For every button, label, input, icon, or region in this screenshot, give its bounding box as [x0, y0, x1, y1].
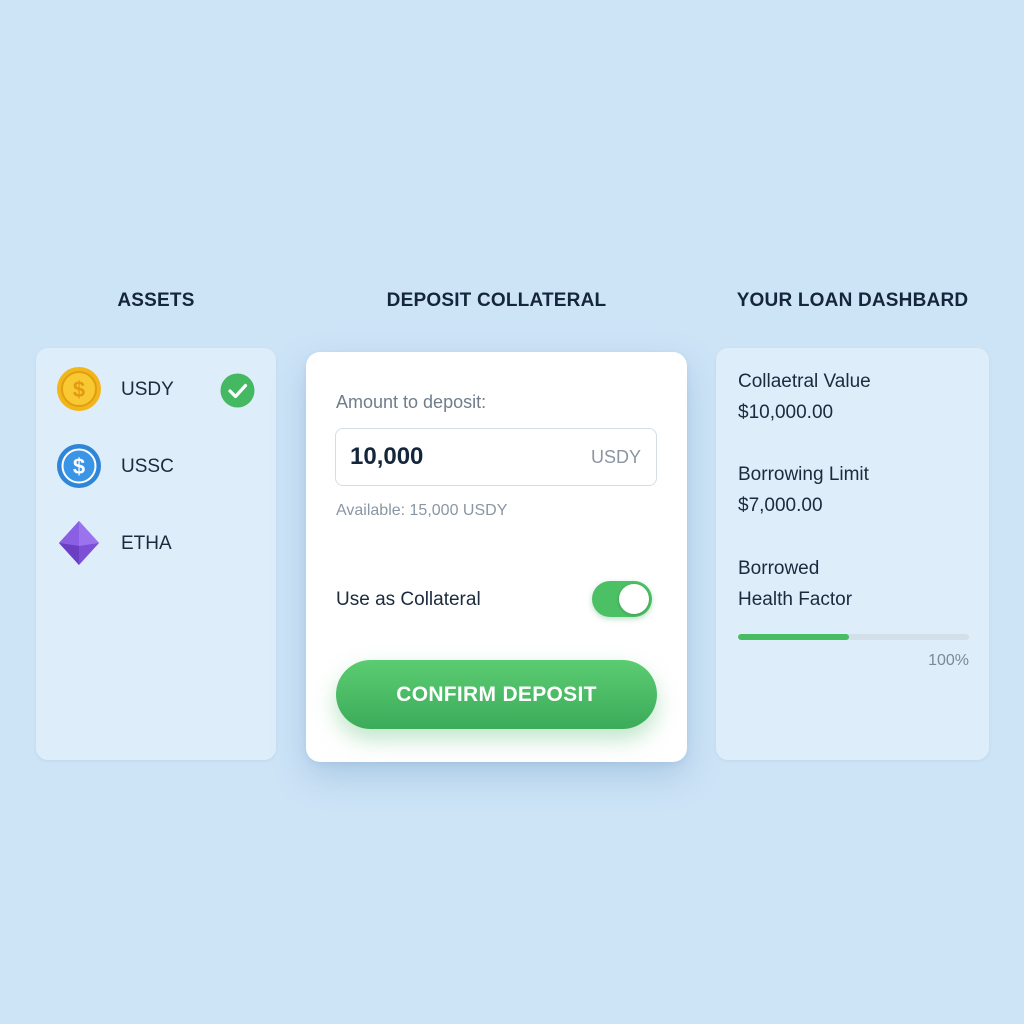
toggle-knob	[619, 584, 649, 614]
assets-panel: $ USDY $ USSC ETHA	[36, 348, 276, 760]
health-factor-label: Health Factor	[738, 589, 853, 610]
deposit-panel: Amount to deposit: USDY Available: 15,00…	[306, 352, 687, 762]
use-as-collateral-toggle[interactable]	[592, 581, 652, 617]
loan-dashboard-title: YOUR LOAN DASHBARD	[736, 290, 969, 311]
borrowing-limit-value: $7,000.00	[738, 495, 823, 516]
svg-text:$: $	[73, 454, 85, 479]
health-factor-bar	[738, 634, 969, 640]
amount-input[interactable]	[350, 429, 570, 484]
usdy-coin-icon: $	[57, 367, 101, 411]
assets-title: ASSETS	[117, 290, 195, 311]
collateral-value-label: Collaetral Value	[738, 371, 871, 392]
use-as-collateral-label: Use as Collateral	[336, 589, 481, 610]
amount-field[interactable]: USDY	[335, 428, 657, 486]
ussc-coin-icon: $	[57, 444, 101, 488]
loan-dashboard-panel: Collaetral Value $10,000.00 Borrowing Li…	[716, 348, 989, 760]
asset-label-usdy: USDY	[121, 379, 174, 400]
borrowing-limit-label: Borrowing Limit	[738, 464, 869, 485]
health-factor-percent: 100%	[928, 652, 969, 669]
selected-check-icon	[220, 373, 255, 408]
confirm-deposit-button[interactable]: CONFIRM DEPOSIT	[336, 660, 657, 729]
borrowed-label: Borrowed	[738, 558, 820, 579]
available-balance: Available: 15,000 USDY	[336, 502, 508, 519]
asset-label-ussc: USSC	[121, 456, 174, 477]
svg-text:$: $	[73, 377, 85, 402]
deposit-collateral-title: DEPOSIT COLLATERAL	[386, 290, 607, 311]
asset-item-ussc[interactable]: $ USSC	[56, 443, 276, 493]
health-factor-fill	[738, 634, 849, 640]
etha-diamond-icon	[59, 521, 99, 565]
collateral-value: $10,000.00	[738, 402, 834, 423]
amount-label: Amount to deposit:	[336, 392, 487, 412]
amount-unit: USDY	[590, 447, 641, 467]
asset-label-etha: ETHA	[121, 533, 172, 554]
asset-item-etha[interactable]: ETHA	[56, 520, 276, 570]
asset-item-usdy[interactable]: $ USDY	[56, 366, 276, 416]
